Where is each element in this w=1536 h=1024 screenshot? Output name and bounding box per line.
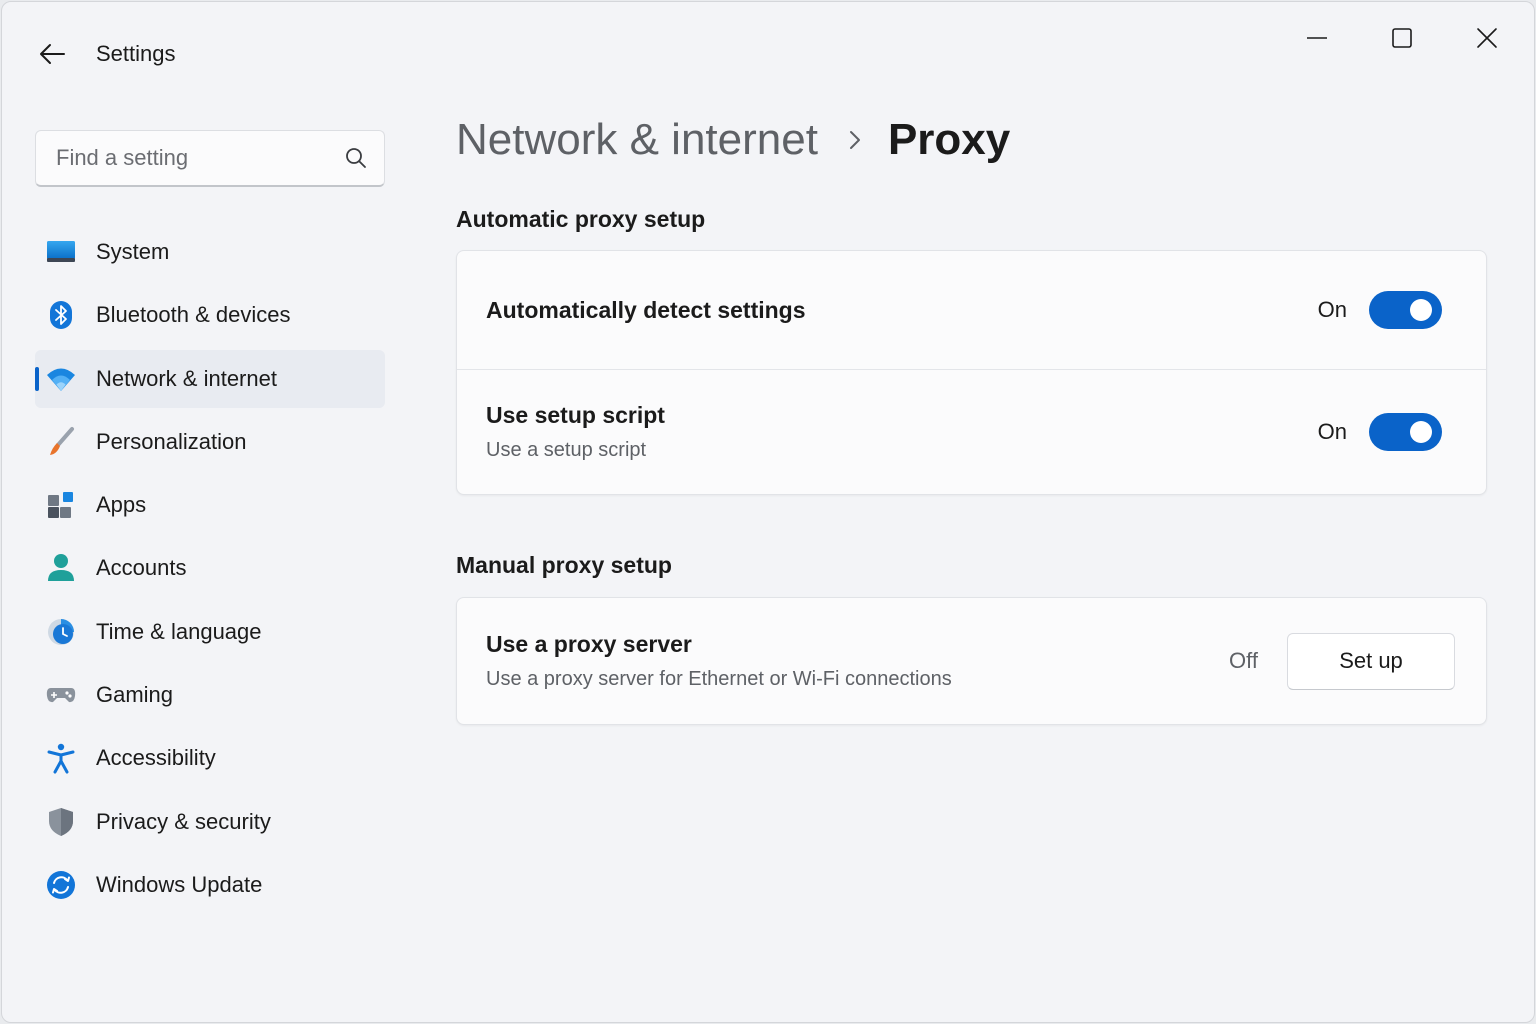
update-sync-icon [45,869,77,901]
setup-button[interactable]: Set up [1287,632,1455,690]
back-button[interactable] [32,36,72,72]
sidebar-item-personalization[interactable]: Personalization [35,413,385,471]
settings-window: Settings Find a setting System Bluetooth… [1,1,1535,1023]
search-box [35,130,385,187]
gamepad-icon [45,679,77,711]
accessibility-icon [45,742,77,774]
sidebar-item-label: Accounts [96,555,187,581]
setup-script-row: Use setup script Use a setup script On [457,369,1486,494]
auto-detect-row: Automatically detect settings On [457,251,1486,369]
sidebar-item-accounts[interactable]: Accounts [35,539,385,597]
breadcrumb: Network & internet Proxy [456,112,1010,168]
setup-script-subtitle: Use a setup script [486,439,647,461]
app-title: Settings [96,41,176,66]
bluetooth-icon [45,299,77,331]
system-monitor-icon [45,236,77,268]
sidebar-nav: System Bluetooth & devices Network & int… [35,223,385,919]
shield-icon [45,806,77,838]
sidebar-item-network[interactable]: Network & internet [35,349,385,408]
sidebar-item-label: Network & internet [96,365,277,391]
sidebar-item-system[interactable]: System [35,223,385,281]
auto-detect-state: On [1317,297,1347,322]
sidebar-item-time-language[interactable]: Time & language [35,603,385,661]
manual-proxy-card: Use a proxy server Use a proxy server fo… [456,597,1487,725]
sidebar-item-label: System [96,239,170,264]
toggle-knob [1410,299,1432,321]
page-title: Proxy [887,115,1011,164]
close-button[interactable] [1464,20,1510,56]
proxy-server-title: Use a proxy server [486,631,692,657]
sidebar-item-label: Accessibility [96,745,216,771]
proxy-server-state: Off [1229,648,1258,673]
paintbrush-icon [45,426,77,458]
back-arrow-icon [40,44,65,64]
section-title-automatic: Automatic proxy setup [456,206,706,232]
auto-detect-toggle[interactable] [1369,291,1442,329]
sidebar-item-label: Windows Update [96,871,263,897]
close-icon [1477,28,1497,48]
toggle-knob [1410,421,1432,443]
proxy-server-subtitle: Use a proxy server for Ethernet or Wi-Fi… [486,668,952,690]
person-icon [45,552,77,584]
chevron-right-icon [848,129,862,151]
sidebar-item-label: Time & language [96,618,262,644]
sidebar-item-gaming[interactable]: Gaming [35,666,385,724]
search-input[interactable] [56,145,344,171]
sidebar-item-windows-update[interactable]: Windows Update [35,856,385,914]
sidebar-item-accessibility[interactable]: Accessibility [35,729,385,787]
setup-script-toggle[interactable] [1369,413,1442,451]
auto-detect-title: Automatically detect settings [486,296,806,323]
sidebar-item-label: Gaming [96,682,174,708]
maximize-icon [1392,28,1412,48]
sidebar-item-label: Privacy & security [96,808,271,834]
sidebar-item-label: Personalization [96,428,247,454]
setup-script-title: Use setup script [486,402,665,428]
sidebar-item-apps[interactable]: Apps [35,476,385,534]
setup-script-state: On [1317,419,1347,444]
maximize-button[interactable] [1379,20,1425,56]
globe-clock-icon [45,616,77,648]
search-icon[interactable] [344,145,368,171]
minimize-button[interactable] [1294,20,1340,56]
proxy-server-row: Use a proxy server Use a proxy server fo… [457,598,1486,724]
automatic-proxy-card: Automatically detect settings On Use set… [456,250,1487,495]
sidebar-item-label: Apps [96,492,147,518]
section-title-manual: Manual proxy setup [456,552,672,578]
sidebar-item-bluetooth[interactable]: Bluetooth & devices [35,286,385,344]
breadcrumb-parent-link[interactable]: Network & internet [456,115,818,165]
sidebar-item-label: Bluetooth & devices [96,302,291,328]
sidebar-item-privacy[interactable]: Privacy & security [35,793,385,851]
minimize-icon [1307,37,1327,39]
apps-grid-icon [45,489,77,521]
wifi-icon [45,363,77,395]
